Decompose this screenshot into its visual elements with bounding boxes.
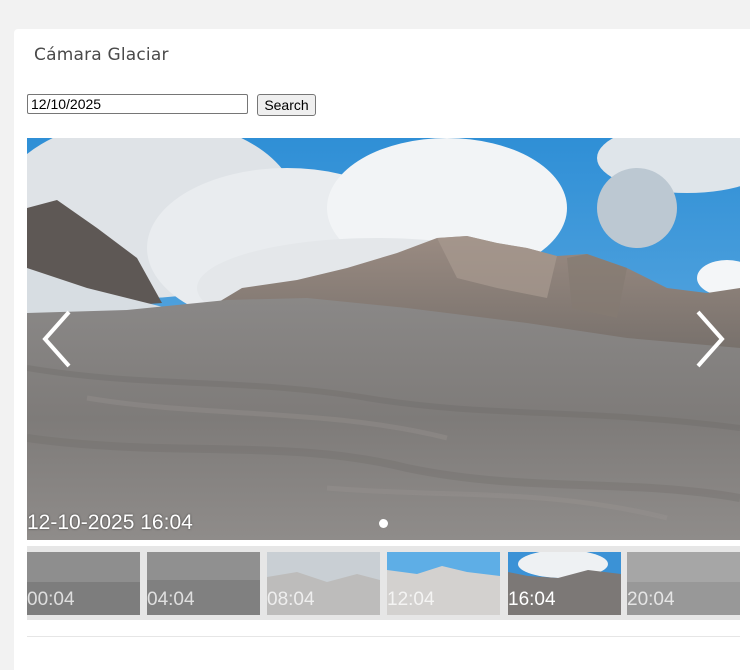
thumbnail-strip: 00:04 04:04 08:04 12:04 16:04 20:04 [27,546,740,620]
thumbnail-0804[interactable]: 08:04 [267,552,380,615]
thumbnail-0004[interactable]: 00:04 [27,552,140,615]
thumbnail-1204[interactable]: 12:04 [387,552,500,615]
next-image-button[interactable] [692,308,728,370]
thumbnail-time: 20:04 [627,589,675,610]
chevron-right-icon [696,310,725,368]
thumbnail-time: 08:04 [267,589,315,610]
card-title: Cámara Glaciar [34,45,169,65]
previous-image-button[interactable] [39,308,75,370]
chevron-left-icon [42,310,71,368]
divider [27,636,740,637]
search-button[interactable]: Search [257,94,316,116]
carousel-indicator-dot[interactable] [379,519,388,528]
glacier-camera-image [27,138,740,540]
thumbnail-time: 00:04 [27,589,75,610]
thumbnail-2004[interactable]: 20:04 [627,552,740,615]
image-timestamp: 12-10-2025 16:04 [27,511,193,534]
thumbnail-time: 12:04 [387,589,435,610]
date-input[interactable] [27,94,248,114]
camera-image-viewer: 12-10-2025 16:04 [27,138,740,540]
thumbnail-0404[interactable]: 04:04 [147,552,260,615]
thumbnail-time: 04:04 [147,589,195,610]
thumbnail-time: 16:04 [508,589,556,610]
thumbnail-1604[interactable]: 16:04 [508,552,621,615]
